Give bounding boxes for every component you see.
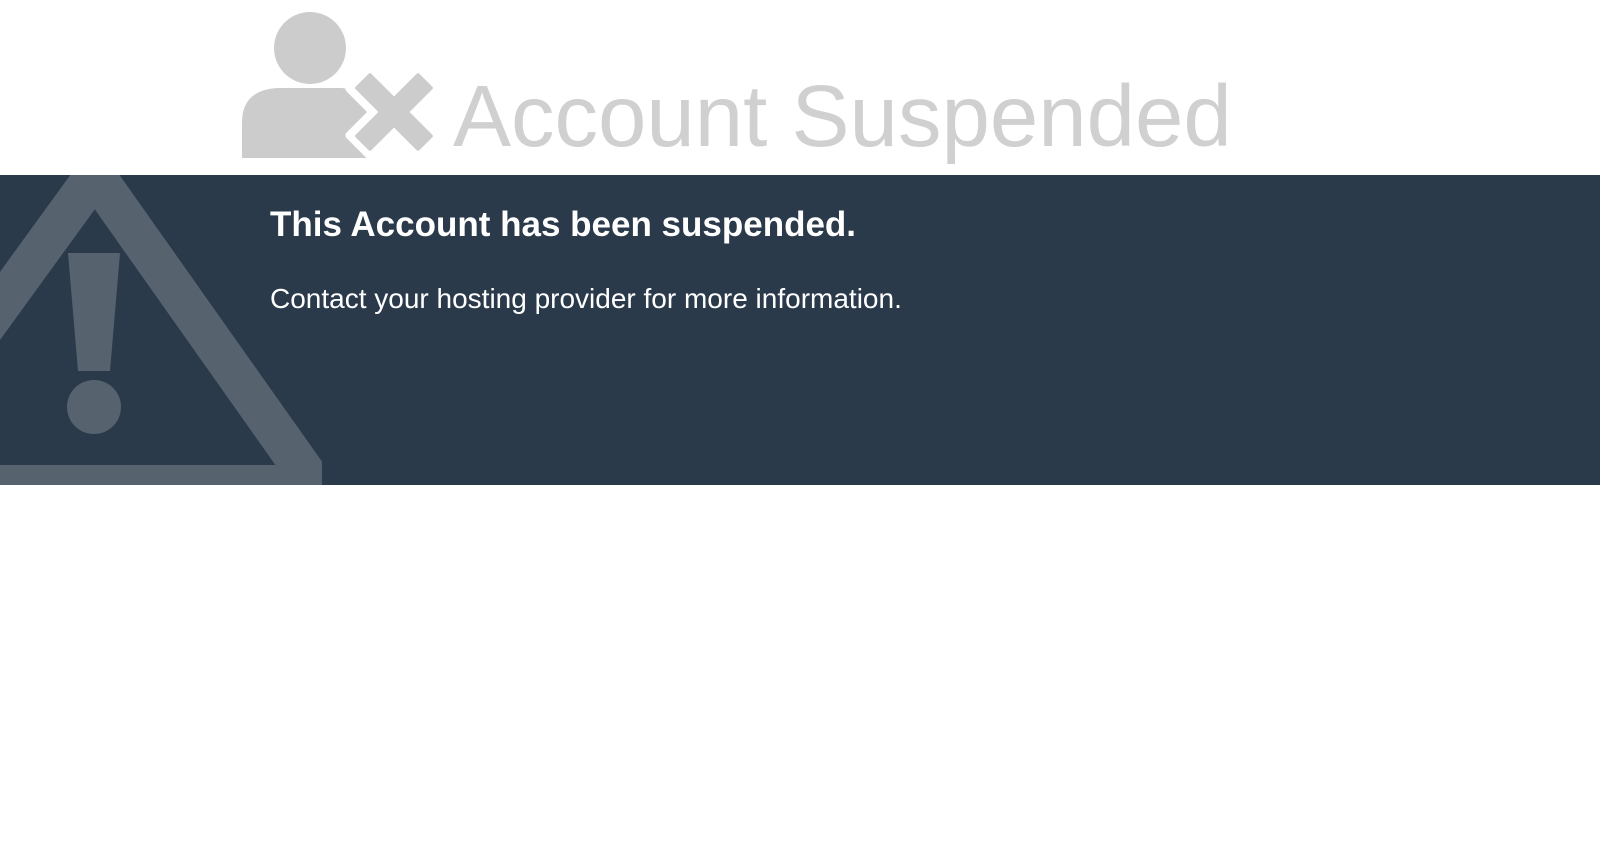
- suspension-message: Contact your hosting provider for more i…: [270, 283, 902, 314]
- suspension-banner: This Account has been suspended. Contact…: [0, 175, 1600, 485]
- suspension-heading: This Account has been suspended.: [270, 205, 857, 244]
- page-title: Account Suspended: [453, 68, 1232, 165]
- header: Account Suspended: [0, 0, 1600, 175]
- user-x-icon: [242, 12, 438, 158]
- suspended-page: Account Suspended This Account has been …: [0, 0, 1600, 866]
